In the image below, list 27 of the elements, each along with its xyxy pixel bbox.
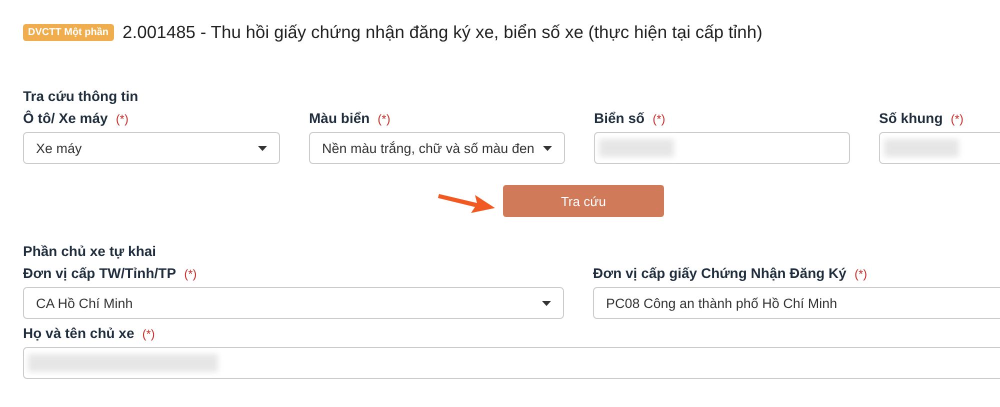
field-label: Ô tô/ Xe máy	[23, 110, 108, 126]
input-field[interactable]: PC08 Công an thành phố Hồ Chí Minh	[593, 287, 1000, 319]
field-label: Họ và tên chủ xe	[23, 325, 134, 341]
required-mark: (*)	[116, 112, 128, 126]
select-field[interactable]: Xe máy	[23, 132, 280, 164]
caret-icon	[542, 300, 551, 306]
required-mark: (*)	[142, 327, 155, 341]
procedure-title: 2.001485 - Thu hồi giấy chứng nhận đăng ký xe, biển số xe (thực hiện tại cấp tỉnh)	[122, 22, 762, 43]
caret-icon	[543, 146, 552, 150]
input-field[interactable]	[594, 132, 850, 164]
required-mark: (*)	[652, 112, 666, 126]
input-field[interactable]	[23, 347, 1000, 379]
field-label: Đơn vị cấp TW/Tỉnh/TP	[23, 265, 176, 281]
section-heading: Phần chủ xe tự khai	[23, 243, 158, 259]
required-mark: (*)	[950, 112, 964, 126]
field-label: Biển số	[594, 110, 645, 126]
required-mark: (*)	[184, 267, 197, 281]
field-label: Đơn vị cấp giấy Chứng Nhận Đăng Ký	[593, 265, 846, 281]
select-field[interactable]: CA Hồ Chí Minh	[23, 287, 564, 319]
required-mark: (*)	[854, 267, 868, 281]
required-mark: (*)	[378, 112, 390, 126]
status-badge: DVCTT Một phần	[23, 24, 114, 41]
section-heading: Tra cứu thông tin	[23, 88, 140, 104]
field-label: Số khung	[879, 110, 943, 126]
field-label: Màu biển	[309, 110, 370, 126]
select-field[interactable]: Nền màu trắng, chữ và số màu đen	[309, 132, 565, 164]
caret-icon	[258, 146, 267, 150]
